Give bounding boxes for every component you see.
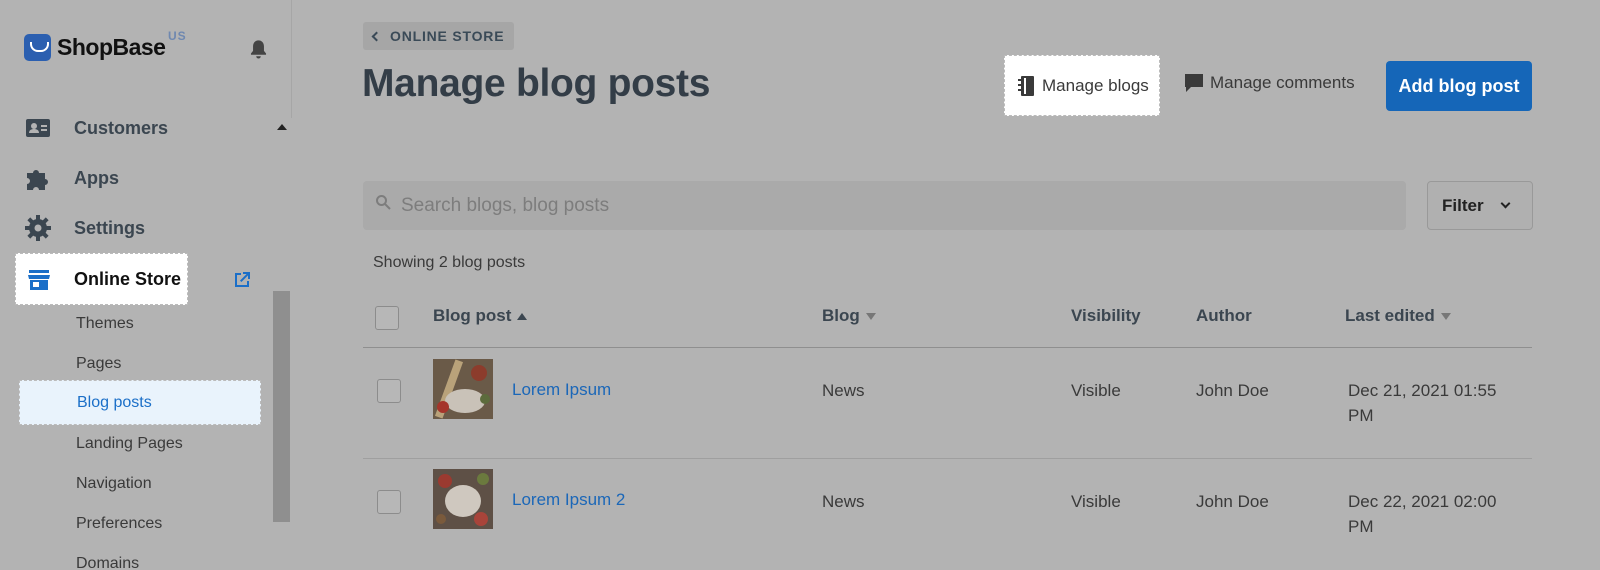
sidebar-subitem-navigation[interactable]: Navigation bbox=[76, 475, 152, 493]
sidebar-subitem-landing-pages[interactable]: Landing Pages bbox=[76, 435, 183, 453]
sidebar-item-label: Customers bbox=[74, 117, 169, 138]
scrollbar-thumb[interactable] bbox=[273, 291, 290, 522]
manage-comments-label: Manage comments bbox=[1210, 73, 1355, 92]
search-bar[interactable] bbox=[363, 181, 1406, 230]
post-thumbnail[interactable] bbox=[433, 359, 493, 419]
column-header-author: Author bbox=[1196, 306, 1252, 326]
sidebar-subitem-blog-posts[interactable]: Blog posts bbox=[19, 380, 261, 425]
gear-icon bbox=[25, 215, 51, 241]
results-count: Showing 2 blog posts bbox=[373, 254, 526, 271]
sort-ascending-icon bbox=[517, 312, 528, 320]
cell-last-edited: Dec 21, 2021 01:55 PM bbox=[1348, 378, 1496, 428]
cell-author: John Doe bbox=[1196, 492, 1269, 511]
column-header-label: Blog bbox=[822, 306, 860, 325]
breadcrumb[interactable]: ONLINE STORE bbox=[363, 22, 515, 50]
post-title-link[interactable]: Lorem Ipsum bbox=[512, 380, 611, 400]
sidebar-item-customers[interactable]: Customers bbox=[24, 108, 168, 148]
filter-button[interactable]: Filter bbox=[1427, 181, 1533, 230]
chevron-down-icon bbox=[1500, 198, 1511, 209]
cell-blog: News bbox=[822, 381, 865, 400]
sidebar-item-label: Online Store bbox=[74, 269, 182, 289]
app-name: ShopBase bbox=[57, 34, 166, 60]
sidebar-item-label: Apps bbox=[74, 167, 119, 188]
post-title-link[interactable]: Lorem Ipsum 2 bbox=[512, 490, 625, 510]
sidebar-subitem-label: Blog posts bbox=[77, 394, 152, 411]
notebook-icon bbox=[1018, 75, 1034, 96]
sidebar-item-label: Settings bbox=[74, 217, 146, 238]
cell-visibility: Visible bbox=[1071, 492, 1121, 511]
row-checkbox[interactable] bbox=[377, 490, 401, 514]
manage-blogs-label: Manage blogs bbox=[1042, 75, 1149, 95]
column-header-visibility: Visibility bbox=[1071, 306, 1141, 326]
post-thumbnail[interactable] bbox=[433, 469, 493, 529]
last-edited-line: PM bbox=[1348, 517, 1374, 536]
column-header-label: Author bbox=[1196, 306, 1252, 325]
sort-descending-icon bbox=[1440, 312, 1451, 320]
search-icon bbox=[376, 195, 391, 210]
cell-blog: News bbox=[822, 492, 865, 511]
manage-comments-button[interactable]: Manage comments bbox=[1183, 72, 1355, 94]
sidebar: ShopBase US Customers Apps Settings Onli… bbox=[0, 0, 292, 570]
customers-icon bbox=[26, 119, 50, 137]
table-divider bbox=[363, 458, 1532, 459]
sidebar-subitem-themes[interactable]: Themes bbox=[76, 315, 134, 333]
external-link-icon[interactable] bbox=[232, 270, 252, 290]
last-edited-line: PM bbox=[1348, 406, 1374, 425]
shopbase-logo-icon bbox=[24, 34, 51, 61]
page-title: Manage blog posts bbox=[362, 62, 711, 105]
comment-icon bbox=[1185, 74, 1203, 92]
region-badge: US bbox=[168, 29, 187, 43]
column-header-label: Blog post bbox=[433, 306, 512, 325]
breadcrumb-label: ONLINE STORE bbox=[390, 28, 505, 44]
row-checkbox[interactable] bbox=[377, 379, 401, 403]
sidebar-item-online-store[interactable]: Online Store bbox=[15, 253, 188, 305]
manage-blogs-button[interactable]: Manage blogs bbox=[1004, 55, 1160, 116]
shopbase-logo[interactable]: ShopBase bbox=[24, 34, 166, 61]
scroll-up-arrow-icon[interactable] bbox=[277, 124, 287, 130]
sidebar-subitem-domains[interactable]: Domains bbox=[76, 555, 139, 570]
search-input[interactable] bbox=[401, 181, 1381, 230]
bell-icon[interactable] bbox=[249, 39, 268, 59]
add-blog-post-button[interactable]: Add blog post bbox=[1386, 61, 1532, 111]
column-header-label: Last edited bbox=[1345, 306, 1435, 325]
filter-label: Filter bbox=[1442, 195, 1484, 215]
last-edited-line: Dec 22, 2021 02:00 bbox=[1348, 492, 1497, 511]
column-header-blog[interactable]: Blog bbox=[822, 306, 876, 326]
cell-last-edited: Dec 22, 2021 02:00 PM bbox=[1348, 489, 1496, 539]
last-edited-line: Dec 21, 2021 01:55 bbox=[1348, 381, 1497, 400]
sidebar-item-apps[interactable]: Apps bbox=[24, 158, 119, 198]
column-header-label: Visibility bbox=[1071, 306, 1141, 325]
cell-author: John Doe bbox=[1196, 381, 1269, 400]
sort-descending-icon bbox=[865, 312, 876, 320]
select-all-checkbox[interactable] bbox=[375, 306, 399, 330]
store-icon bbox=[28, 270, 50, 290]
column-header-blog-post[interactable]: Blog post bbox=[433, 306, 528, 326]
chevron-left-icon bbox=[371, 31, 382, 41]
table-divider bbox=[363, 347, 1532, 348]
sidebar-subitem-pages[interactable]: Pages bbox=[76, 355, 121, 373]
column-header-last-edited[interactable]: Last edited bbox=[1345, 306, 1451, 326]
cell-visibility: Visible bbox=[1071, 381, 1121, 400]
puzzle-icon bbox=[27, 170, 48, 190]
sidebar-subitem-preferences[interactable]: Preferences bbox=[76, 515, 162, 533]
sidebar-item-settings[interactable]: Settings bbox=[24, 208, 145, 248]
